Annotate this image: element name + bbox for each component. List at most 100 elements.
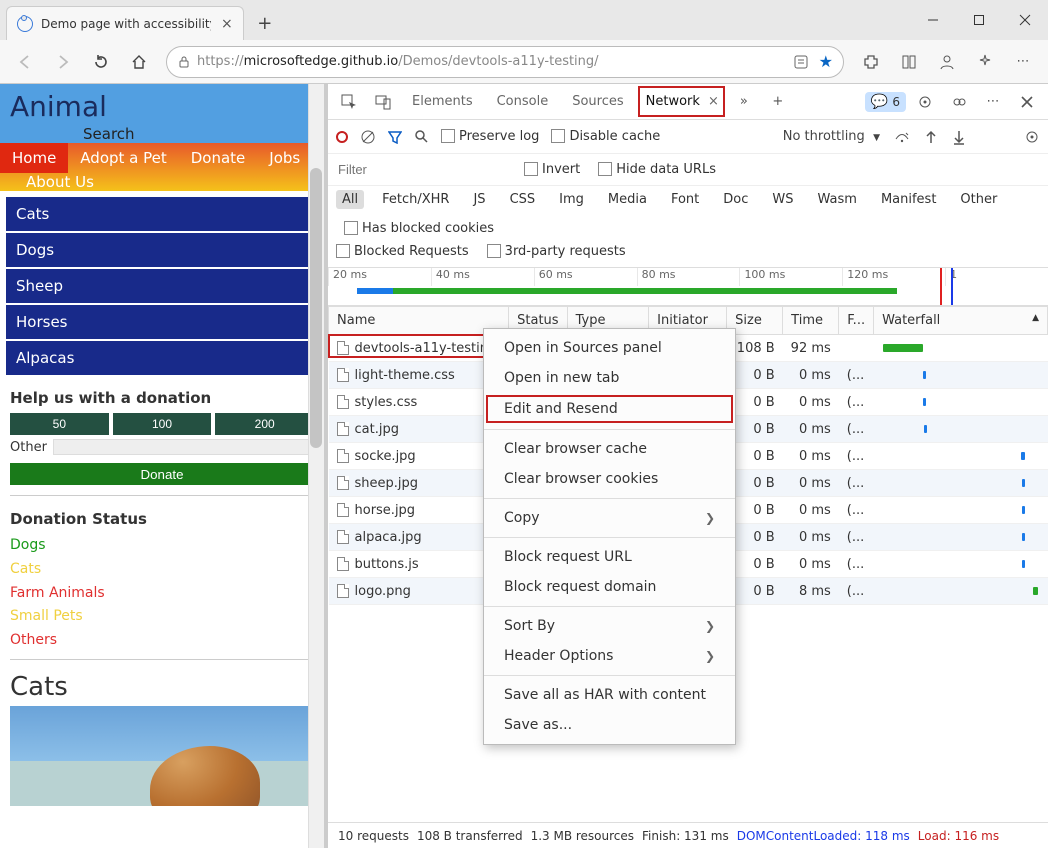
scrollbar-thumb[interactable] xyxy=(310,168,322,448)
scrollbar-track[interactable] xyxy=(308,84,324,848)
type-filter-font[interactable]: Font xyxy=(665,190,705,209)
devtools-close-icon[interactable] xyxy=(1012,88,1042,116)
throttling-dropdown[interactable]: No throttling ▼ xyxy=(783,129,880,144)
filter-input[interactable] xyxy=(336,161,506,178)
nav-donate[interactable]: Donate xyxy=(179,143,258,173)
category-cats[interactable]: Cats xyxy=(6,197,318,231)
record-button[interactable] xyxy=(336,131,348,143)
new-tab-button[interactable]: + xyxy=(250,8,280,38)
menu-clear-browser-cache[interactable]: Clear browser cache xyxy=(484,434,735,464)
menu-block-request-domain[interactable]: Block request domain xyxy=(484,572,735,602)
donate-preset-100[interactable]: 100 xyxy=(113,413,212,435)
preserve-log-checkbox[interactable]: Preserve log xyxy=(441,129,539,144)
timeline-overview[interactable]: 20 ms40 ms60 ms80 ms100 ms120 ms1 xyxy=(328,268,1048,306)
device-icon[interactable] xyxy=(368,88,398,116)
type-filter-all[interactable]: All xyxy=(336,190,364,209)
category-sheep[interactable]: Sheep xyxy=(6,269,318,303)
browser-tab[interactable]: Demo page with accessibility iss × xyxy=(6,6,244,40)
donate-preset-200[interactable]: 200 xyxy=(215,413,314,435)
issues-button[interactable]: 💬6 xyxy=(865,92,906,112)
tick: 20 ms xyxy=(328,268,431,286)
search-icon[interactable] xyxy=(414,129,429,144)
upload-har-icon[interactable] xyxy=(924,129,938,145)
tab-console[interactable]: Console xyxy=(487,86,559,117)
extensions-button[interactable] xyxy=(854,46,888,78)
other-amount-input[interactable] xyxy=(53,439,314,455)
favicon-icon xyxy=(17,16,33,32)
hide-data-urls-checkbox[interactable]: Hide data URLs xyxy=(598,162,716,177)
collections-button[interactable] xyxy=(892,46,926,78)
profile-button[interactable] xyxy=(930,46,964,78)
category-dogs[interactable]: Dogs xyxy=(6,233,318,267)
clear-icon[interactable] xyxy=(360,129,376,145)
download-har-icon[interactable] xyxy=(952,129,966,145)
sparkle-button[interactable] xyxy=(968,46,1002,78)
more-tabs-icon[interactable]: » xyxy=(729,88,759,116)
tab-elements[interactable]: Elements xyxy=(402,86,483,117)
reload-button[interactable] xyxy=(84,46,118,78)
inspect-icon[interactable] xyxy=(334,88,364,116)
file-icon xyxy=(337,449,349,463)
type-filter-wasm[interactable]: Wasm xyxy=(812,190,863,209)
category-alpacas[interactable]: Alpacas xyxy=(6,341,318,375)
menu-edit-and-resend[interactable]: Edit and Resend xyxy=(484,393,735,425)
type-filter-manifest[interactable]: Manifest xyxy=(875,190,942,209)
menu-block-request-url[interactable]: Block request URL xyxy=(484,542,735,572)
type-filter-img[interactable]: Img xyxy=(553,190,590,209)
minimize-button[interactable] xyxy=(910,0,956,40)
network-settings-icon[interactable] xyxy=(1024,129,1040,145)
feedback-icon[interactable] xyxy=(944,88,974,116)
menu-sort-by[interactable]: Sort By❯ xyxy=(484,611,735,641)
status-others: Others xyxy=(10,629,314,653)
close-tab-icon[interactable]: × xyxy=(221,16,233,32)
favorite-icon[interactable]: ★ xyxy=(819,52,833,71)
menu-header-options[interactable]: Header Options❯ xyxy=(484,641,735,671)
lock-icon xyxy=(177,55,191,69)
type-filter-doc[interactable]: Doc xyxy=(717,190,754,209)
maximize-button[interactable] xyxy=(956,0,1002,40)
disable-cache-checkbox[interactable]: Disable cache xyxy=(551,129,660,144)
menu-clear-browser-cookies[interactable]: Clear browser cookies xyxy=(484,464,735,494)
invert-checkbox[interactable]: Invert xyxy=(524,162,580,177)
menu-save-as-[interactable]: Save as... xyxy=(484,710,735,740)
type-filter-other[interactable]: Other xyxy=(954,190,1003,209)
nav-jobs[interactable]: Jobs xyxy=(257,143,312,173)
column-waterfall[interactable]: Waterfall▲ xyxy=(874,307,1048,335)
type-filter-media[interactable]: Media xyxy=(602,190,653,209)
third-party-checkbox[interactable]: 3rd-party requests xyxy=(487,244,626,259)
column-f[interactable]: F... xyxy=(839,307,874,335)
menu-save-all-as-har-with-content[interactable]: Save all as HAR with content xyxy=(484,680,735,710)
back-button[interactable] xyxy=(8,46,42,78)
reader-icon[interactable] xyxy=(793,54,809,70)
settings-icon[interactable] xyxy=(910,88,940,116)
column-time[interactable]: Time xyxy=(783,307,839,335)
donate-button[interactable]: Donate xyxy=(10,463,314,485)
menu-open-in-sources-panel[interactable]: Open in Sources panel xyxy=(484,333,735,363)
devtools-more-icon[interactable]: ⋯ xyxy=(978,88,1008,116)
type-filter-ws[interactable]: WS xyxy=(766,190,799,209)
tab-sources[interactable]: Sources xyxy=(562,86,633,117)
tab-network[interactable]: Network xyxy=(644,90,702,113)
nav-about-us[interactable]: About Us xyxy=(14,167,106,197)
network-conditions-icon[interactable] xyxy=(894,129,910,145)
has-blocked-cookies-checkbox[interactable]: Has blocked cookies xyxy=(344,221,494,236)
add-tab-icon[interactable]: + xyxy=(763,88,793,116)
type-filter-fetchxhr[interactable]: Fetch/XHR xyxy=(376,190,455,209)
home-button[interactable] xyxy=(122,46,156,78)
menu-open-in-new-tab[interactable]: Open in new tab xyxy=(484,363,735,393)
footer-resources: 1.3 MB resources xyxy=(531,829,634,843)
type-filter-css[interactable]: CSS xyxy=(504,190,542,209)
close-tab-icon[interactable]: × xyxy=(708,94,719,109)
file-icon xyxy=(337,557,349,571)
category-horses[interactable]: Horses xyxy=(6,305,318,339)
forward-button[interactable] xyxy=(46,46,80,78)
column-name[interactable]: Name xyxy=(329,307,509,335)
donate-preset-50[interactable]: 50 xyxy=(10,413,109,435)
type-filter-js[interactable]: JS xyxy=(467,190,491,209)
menu-copy[interactable]: Copy❯ xyxy=(484,503,735,533)
address-bar[interactable]: https://microsoftedge.github.io/Demos/de… xyxy=(166,46,844,78)
filter-icon[interactable] xyxy=(388,130,402,144)
blocked-requests-checkbox[interactable]: Blocked Requests xyxy=(336,244,469,259)
more-button[interactable]: ⋯ xyxy=(1006,46,1040,78)
close-window-button[interactable] xyxy=(1002,0,1048,40)
